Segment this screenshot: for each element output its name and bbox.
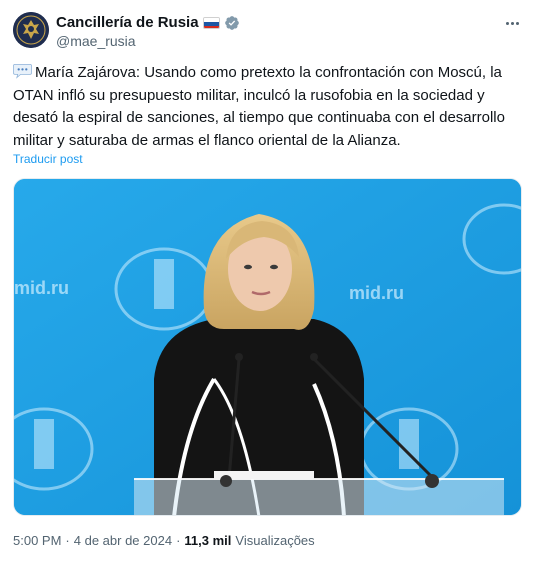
views-count: 11,3 mil: [184, 533, 232, 548]
coat-of-arms-icon: [13, 12, 49, 48]
meta-separator-2: ·: [176, 533, 181, 548]
post-text: María Zajárova: Usando como pretexto la …: [13, 64, 505, 149]
post-card[interactable]: Cancillería de Rusia @mae_rusia María Za…: [0, 0, 536, 567]
post-metadata: 5:00 PM · 4 de abr de 2024 · 11,3 mil Vi…: [13, 533, 315, 548]
press-briefing-photo: mid.ru mid.ru: [14, 179, 521, 515]
author-name-row: Cancillería de Rusia: [56, 14, 240, 32]
translate-post-link[interactable]: Traducir post: [13, 152, 83, 166]
backdrop-label-right: mid.ru: [349, 283, 404, 303]
more-options-icon[interactable]: [501, 14, 523, 32]
post-date[interactable]: 4 de abr de 2024: [74, 533, 172, 548]
post-header: Cancillería de Rusia @mae_rusia: [13, 12, 523, 52]
author-display-name[interactable]: Cancillería de Rusia: [56, 14, 199, 32]
speech-balloon-icon: [13, 63, 32, 79]
views-label: Visualizações: [235, 533, 315, 548]
avatar[interactable]: [13, 12, 49, 48]
russia-flag-icon: [202, 17, 220, 29]
post-media-photo[interactable]: mid.ru mid.ru: [13, 178, 522, 516]
post-time[interactable]: 5:00 PM: [13, 533, 61, 548]
meta-separator: ·: [65, 533, 70, 548]
verified-badge-icon: [224, 16, 239, 30]
backdrop-label-left: mid.ru: [14, 278, 69, 298]
author-handle[interactable]: @mae_rusia: [56, 33, 136, 49]
post-text-container: María Zajárova: Usando como pretexto la …: [13, 62, 521, 152]
